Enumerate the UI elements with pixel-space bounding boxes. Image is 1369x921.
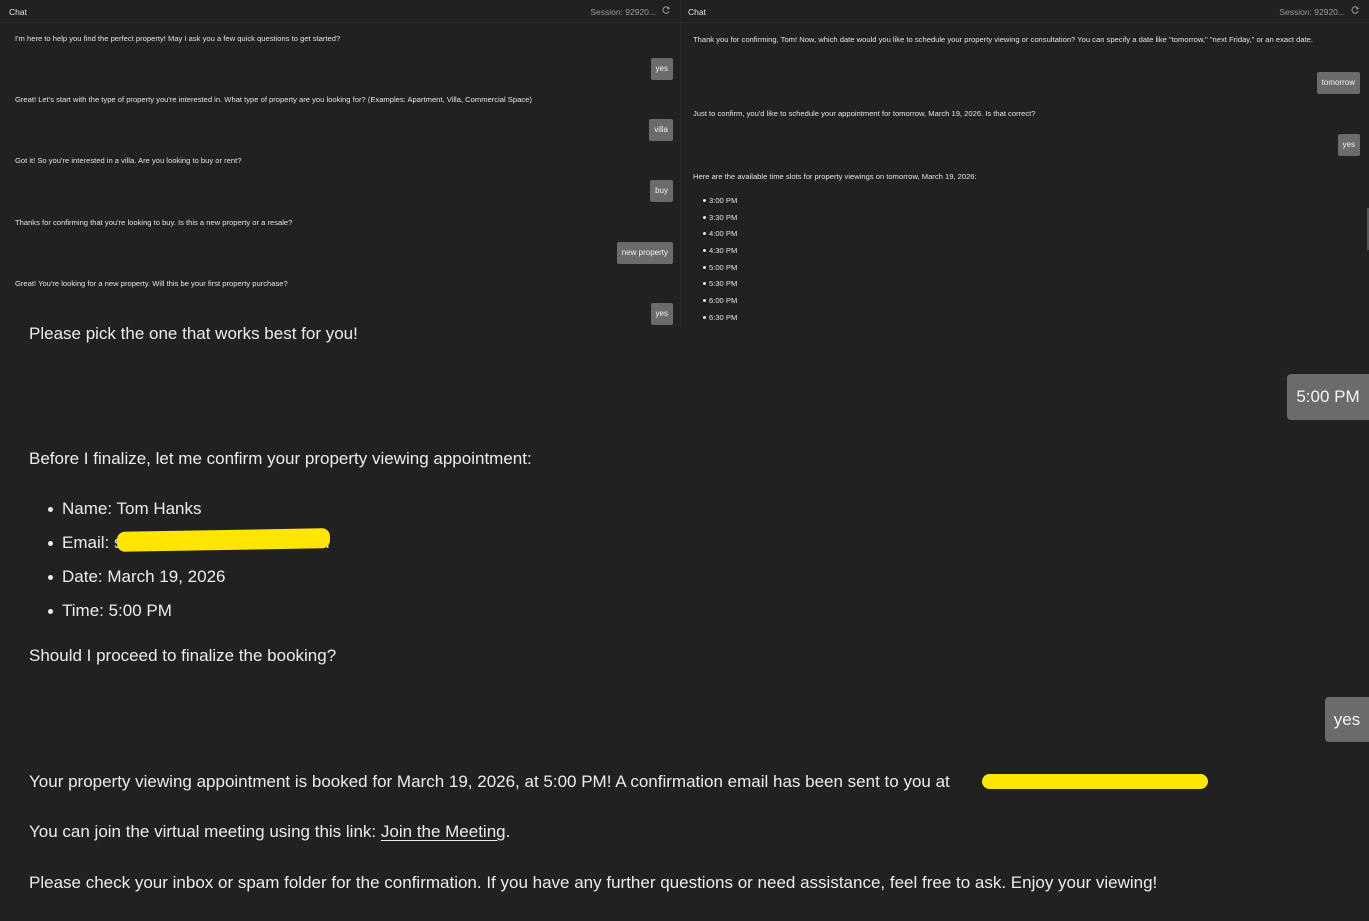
user-message: new property <box>616 242 673 264</box>
detail-name: Name: Tom Hanks <box>29 498 330 532</box>
assistant-message: Should I proceed to finalize the booking… <box>29 646 337 665</box>
right-panel-title: Chat <box>688 7 706 17</box>
assistant-message: I'm here to help you find the perfect pr… <box>15 34 341 43</box>
chat-window: Chat Session: 92920... I'm here to help … <box>0 0 1369 921</box>
join-suffix: . <box>505 822 511 841</box>
time-slot-list: 3:00 PM 3:30 PM 4:00 PM 4:30 PM 5:00 PM … <box>693 195 737 329</box>
user-message: yes <box>1325 697 1369 742</box>
left-panel-header: Chat Session: 92920... <box>0 0 680 23</box>
right-panel-header: Chat Session: 92920... <box>681 0 1369 23</box>
assistant-message: Here are the available time slots for pr… <box>693 172 977 181</box>
user-message: yes <box>650 58 673 80</box>
join-prefix: You can join the virtual meeting using t… <box>29 822 381 841</box>
refresh-icon[interactable] <box>1350 5 1360 15</box>
email-label: Email: s <box>62 533 123 552</box>
assistant-message: Thanks for confirming that you're lookin… <box>15 218 293 227</box>
time-slot: 3:30 PM <box>693 212 737 229</box>
user-message: 5:00 PM <box>1287 374 1369 420</box>
assistant-message: You can join the virtual meeting using t… <box>29 821 510 843</box>
detail-time: Time: 5:00 PM <box>29 600 330 634</box>
assistant-message: Just to confirm, you'd like to schedule … <box>693 109 1036 118</box>
assistant-message: Great! You're looking for a new property… <box>15 279 288 288</box>
time-slot: 5:30 PM <box>693 278 737 295</box>
assistant-message: Got it! So you're interested in a villa.… <box>15 156 242 165</box>
refresh-icon[interactable] <box>661 5 671 15</box>
left-panel-session: Session: 92920... <box>590 7 656 17</box>
appointment-details: Name: Tom Hanks Email: scom Date: March … <box>29 498 330 634</box>
time-slot: 6:00 PM <box>693 295 737 312</box>
left-chat-panel: Chat Session: 92920... I'm here to help … <box>0 0 680 328</box>
time-slot: 4:00 PM <box>693 228 737 245</box>
assistant-message: Thank you for confirming, Tom! Now, whic… <box>693 35 1314 44</box>
user-message: yes <box>1337 134 1360 156</box>
left-panel-title: Chat <box>9 7 27 17</box>
user-message: tomorrow <box>1316 72 1360 94</box>
assistant-message: Please pick the one that works best for … <box>29 324 358 343</box>
assistant-message: Before I finalize, let me confirm your p… <box>29 449 532 468</box>
time-slot: 4:30 PM <box>693 245 737 262</box>
assistant-message: Your property viewing appointment is boo… <box>29 772 950 791</box>
email-redaction <box>116 528 331 552</box>
assistant-message: Great! Let's start with the type of prop… <box>15 95 532 104</box>
right-chat-panel: Chat Session: 92920... <box>681 0 1369 328</box>
time-slot: 6:30 PM <box>693 312 737 329</box>
detail-date: Date: March 19, 2026 <box>29 566 330 600</box>
join-meeting-link[interactable]: Join the Meeting <box>381 822 506 841</box>
user-message: buy <box>650 180 673 202</box>
time-slot: 5:00 PM <box>693 262 737 279</box>
time-slot: 3:00 PM <box>693 195 737 212</box>
right-panel-session: Session: 92920... <box>1279 7 1345 17</box>
email-redaction <box>982 774 1208 789</box>
user-message: yes <box>650 303 673 325</box>
user-message: villa <box>649 119 673 141</box>
assistant-message: Please check your inbox or spam folder f… <box>29 873 1158 892</box>
